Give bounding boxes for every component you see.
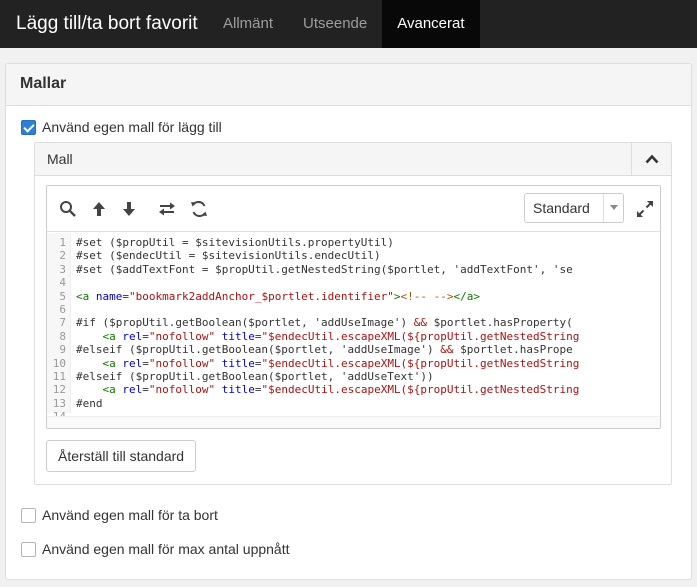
line-number: 11	[52, 370, 66, 384]
code-line[interactable]: <a name="bookmark2addAnchor_$portlet.ide…	[76, 290, 579, 303]
code-line[interactable]: <a rel="nofollow" title="$endecUtil.esca…	[76, 357, 580, 370]
search-icon	[60, 201, 76, 217]
line-number: 12	[52, 383, 66, 397]
mall-title: Mall	[47, 151, 73, 167]
line-number: 9	[59, 343, 66, 357]
add-template-option[interactable]: Använd egen mall för lägg till	[21, 119, 222, 135]
move-up-button[interactable]	[89, 199, 109, 219]
top-navbar: Lägg till/ta bort favorit Allmänt Utseen…	[0, 0, 697, 48]
line-number: 8	[59, 329, 66, 343]
code-line[interactable]	[76, 303, 579, 316]
move-down-button[interactable]	[119, 199, 139, 219]
line-number: 4	[59, 276, 66, 290]
code-line[interactable]: #set ($endecUtil = $sitevisionUtils.ende…	[76, 249, 579, 262]
refresh-icon	[191, 200, 207, 218]
mall-section: Mall Standard 1 2 3 4 5 6 7 8 9 10 11 12…	[34, 142, 672, 485]
templates-panel: Mallar Använd egen mall för lägg till Ma…	[5, 63, 692, 580]
app-title: Lägg till/ta bort favorit	[16, 13, 198, 34]
panel-title: Mallar	[6, 64, 691, 106]
replace-button[interactable]	[157, 199, 177, 219]
horizontal-scrollbar[interactable]	[47, 416, 660, 428]
caret-down-icon	[603, 194, 623, 222]
code-line[interactable]: #if ($propUtil.getBoolean($portlet, 'add…	[76, 316, 579, 329]
mall-header: Mall	[35, 143, 671, 176]
reset-to-default-button[interactable]: Återställ till standard	[46, 440, 197, 472]
code-line[interactable]: <a rel="nofollow" title="$endecUtil.esca…	[76, 330, 580, 343]
line-number: 7	[59, 316, 66, 330]
remove-template-option[interactable]: Använd egen mall för ta bort	[21, 507, 218, 523]
editor-toolbar: Standard	[47, 186, 660, 232]
fullscreen-button[interactable]	[635, 199, 655, 219]
mode-select[interactable]: Standard	[524, 193, 624, 223]
chevron-up-icon	[645, 154, 658, 164]
line-number: 3	[59, 262, 66, 276]
tab-avancerat[interactable]: Avancerat	[382, 0, 480, 48]
tab-allmant[interactable]: Allmänt	[208, 0, 288, 48]
code-line[interactable]	[76, 410, 579, 413]
arrow-up-icon	[93, 202, 105, 216]
mode-select-value: Standard	[533, 200, 590, 216]
code-line[interactable]: <a rel="nofollow" title="$endecUtil.esca…	[76, 383, 580, 396]
expand-icon	[637, 201, 653, 217]
line-number-gutter: 1 2 3 4 5 6 7 8 9 10 11 12 13 14	[47, 233, 71, 423]
max-template-label[interactable]: Använd egen mall för max antal uppnått	[42, 541, 290, 557]
exchange-icon	[159, 202, 175, 216]
line-number: 10	[52, 356, 66, 370]
search-button[interactable]	[58, 199, 78, 219]
line-number: 13	[52, 396, 66, 410]
arrow-down-icon	[123, 202, 135, 216]
code-lines[interactable]: #set ($propUtil = $sitevisionUtils.prope…	[71, 233, 579, 413]
remove-template-label[interactable]: Använd egen mall för ta bort	[42, 507, 218, 523]
code-line[interactable]: #set ($addTextFont = $propUtil.getNested…	[76, 263, 579, 276]
code-line[interactable]: #set ($propUtil = $sitevisionUtils.prope…	[76, 236, 579, 249]
line-number: 2	[59, 249, 66, 263]
add-template-label[interactable]: Använd egen mall för lägg till	[42, 119, 222, 135]
remove-template-checkbox[interactable]	[21, 507, 36, 523]
max-template-checkbox[interactable]	[21, 541, 36, 557]
line-number: 5	[59, 289, 66, 303]
line-number: 1	[59, 236, 66, 249]
line-number: 6	[59, 303, 66, 317]
code-line[interactable]: #elseif ($propUtil.getBoolean($portlet, …	[76, 343, 579, 356]
code-area[interactable]: 1 2 3 4 5 6 7 8 9 10 11 12 13 14 #set ($…	[47, 233, 660, 423]
add-template-checkbox[interactable]	[21, 119, 36, 135]
collapse-button[interactable]	[631, 143, 671, 175]
code-editor[interactable]: Standard 1 2 3 4 5 6 7 8 9 10 11 12 13 #…	[46, 185, 661, 429]
max-template-option[interactable]: Använd egen mall för max antal uppnått	[21, 541, 290, 557]
code-line[interactable]: #elseif ($propUtil.getBoolean($portlet, …	[76, 370, 579, 383]
code-line[interactable]	[76, 276, 579, 289]
tab-utseende[interactable]: Utseende	[288, 0, 382, 48]
code-line[interactable]: #end	[76, 397, 579, 410]
refresh-button[interactable]	[189, 199, 209, 219]
